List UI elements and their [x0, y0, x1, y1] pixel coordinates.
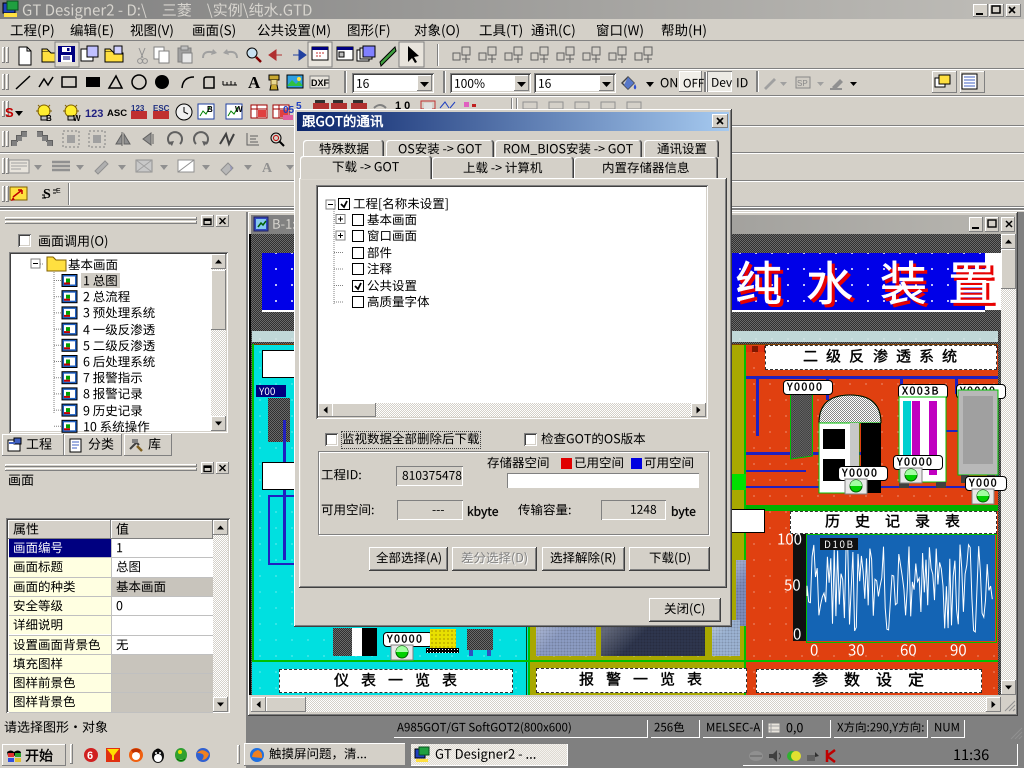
svg-text:SP: SP: [797, 79, 808, 88]
svg-text:6: 6: [87, 750, 93, 762]
